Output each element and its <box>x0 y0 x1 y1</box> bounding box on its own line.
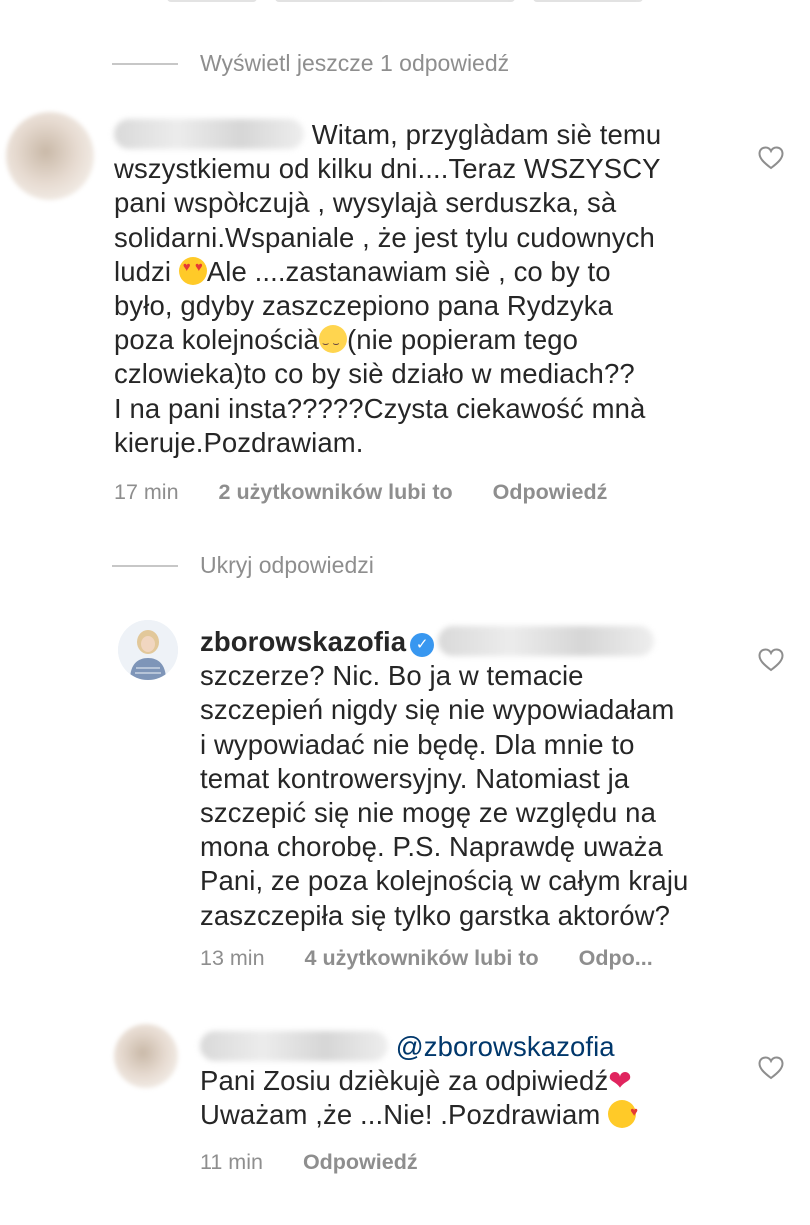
blurred-username[interactable] <box>200 1031 388 1061</box>
reply-meta: 11 min Odpowiedź <box>200 1150 418 1175</box>
reply-button[interactable]: Odpowiedź <box>303 1150 418 1175</box>
timestamp: 11 min <box>200 1150 263 1174</box>
face-blowing-kiss-emoji-icon <box>608 1095 638 1129</box>
avatar[interactable] <box>118 620 178 680</box>
likes-count-link[interactable]: 4 użytkowników lubi to <box>305 946 539 971</box>
heart-outline-icon[interactable] <box>758 648 784 672</box>
divider-line <box>112 564 178 567</box>
timestamp: 13 min <box>200 946 265 970</box>
avatar[interactable] <box>114 1024 178 1088</box>
verified-badge-icon: ✓ <box>410 633 435 657</box>
timestamp: 17 min <box>114 480 179 504</box>
reply-meta: 13 min 4 użytkowników lubi to Odpo... <box>200 946 653 971</box>
previous-comment-meta-cutoff <box>0 0 810 8</box>
mention-link[interactable]: @zborowskazofia <box>396 1031 615 1062</box>
comment-body: Witam, przyglàdam siè temu wszystkiemu o… <box>114 118 661 460</box>
blurred-username[interactable] <box>114 119 304 149</box>
heart-outline-icon[interactable] <box>758 1056 784 1080</box>
reply-button[interactable]: Odpowiedź <box>493 480 608 505</box>
view-more-replies-label: Wyświetl jeszcze 1 odpowiedź <box>200 50 510 76</box>
hide-replies-label: Ukryj odpowiedzi <box>200 552 374 578</box>
divider-line <box>112 62 178 65</box>
view-more-replies-button[interactable]: Wyświetl jeszcze 1 odpowiedź <box>112 50 509 77</box>
blurred-mention[interactable] <box>438 626 655 656</box>
profile-photo-icon <box>118 620 178 680</box>
comments-screen: Wyświetl jeszcze 1 odpowiedź Witam, przy… <box>0 0 810 1225</box>
reply-body: zborowskazofia ✓ szczerze? Nic. Bo ja w t… <box>200 626 689 931</box>
heart-outline-icon[interactable] <box>758 146 784 170</box>
username-link[interactable]: zborowskazofia <box>200 626 406 657</box>
hide-replies-button[interactable]: Ukryj odpowiedzi <box>112 552 374 579</box>
heart-eyes-emoji-icon <box>178 256 207 285</box>
reply-body: @zborowskazofia Pani Zosiu dzièkujè za o… <box>200 1030 638 1133</box>
relieved-face-emoji-icon <box>318 325 347 361</box>
red-heart-emoji-icon: ❤ <box>608 1065 632 1097</box>
comment-meta: 17 min 2 użytkowników lubi to Odpowiedź <box>114 480 607 505</box>
reply-button[interactable]: Odpo... <box>579 946 653 971</box>
likes-count-link[interactable]: 2 użytkowników lubi to <box>219 480 453 505</box>
avatar[interactable] <box>6 112 94 200</box>
